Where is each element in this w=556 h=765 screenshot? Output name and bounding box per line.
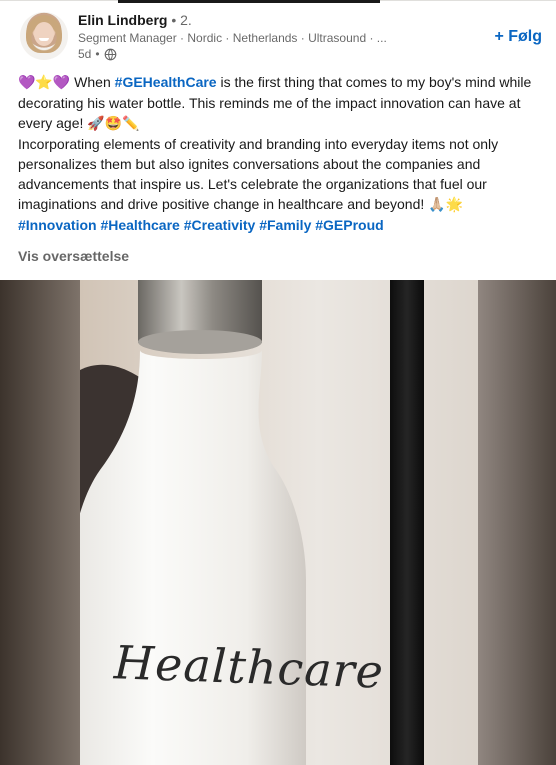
follow-label[interactable]: + Følg — [494, 28, 542, 46]
hashtag-line: #Innovation #Healthcare #Creativity #Fam… — [18, 215, 538, 235]
hashtag-family[interactable]: #Family — [259, 217, 311, 233]
post-time: 5d — [78, 47, 92, 61]
post-image[interactable]: Healthcare — [0, 280, 556, 765]
connection-degree: • 2. — [171, 12, 192, 28]
pray-star-emoji: 🙏🏼🌟 — [428, 197, 464, 213]
post-meta: 5d • — [78, 47, 117, 61]
hashtag-healthcare[interactable]: #Healthcare — [100, 217, 179, 233]
post-text-segment: When — [70, 74, 115, 90]
rocket-starstruck-pencil-emoji: 🚀🤩✏️ — [87, 116, 140, 132]
hashtag-geproud[interactable]: #GEProud — [315, 217, 383, 233]
author-name-row[interactable]: Elin Lindberg • 2. — [78, 12, 192, 28]
show-translation-link[interactable]: Vis oversættelse — [18, 248, 129, 264]
hashtag-innovation[interactable]: #Innovation — [18, 217, 97, 233]
image-blur-left — [0, 280, 80, 765]
post-paragraph-1: 💜⭐💜 When #GEHealthCare is the first thin… — [18, 72, 538, 134]
author-avatar[interactable] — [20, 12, 68, 60]
image-blur-right — [478, 280, 556, 765]
hashtag-gehealthcare[interactable]: #GEHealthCare — [115, 74, 217, 90]
globe-icon — [104, 48, 116, 60]
author-headline: Segment Manager · Nordic · Netherlands ·… — [78, 31, 387, 45]
hashtag-creativity[interactable]: #Creativity — [184, 217, 256, 233]
water-bottle-photo: Healthcare — [80, 280, 478, 765]
bottle-handwritten-text: Healthcare — [113, 635, 385, 699]
post-paragraph-2: Incorporating elements of creativity and… — [18, 134, 538, 215]
meta-separator: • — [95, 47, 100, 61]
post-text-segment: Incorporating elements of creativity and… — [18, 136, 499, 212]
follow-button[interactable]: + Følg — [494, 26, 542, 48]
top-scroll-indicator — [118, 0, 380, 3]
author-name[interactable]: Elin Lindberg — [78, 12, 167, 28]
linkedin-post-card: Elin Lindberg • 2. Segment Manager · Nor… — [0, 0, 556, 765]
hearts-star-emoji: 💜⭐💜 — [18, 75, 71, 91]
post-text: 💜⭐💜 When #GEHealthCare is the first thin… — [18, 72, 538, 235]
